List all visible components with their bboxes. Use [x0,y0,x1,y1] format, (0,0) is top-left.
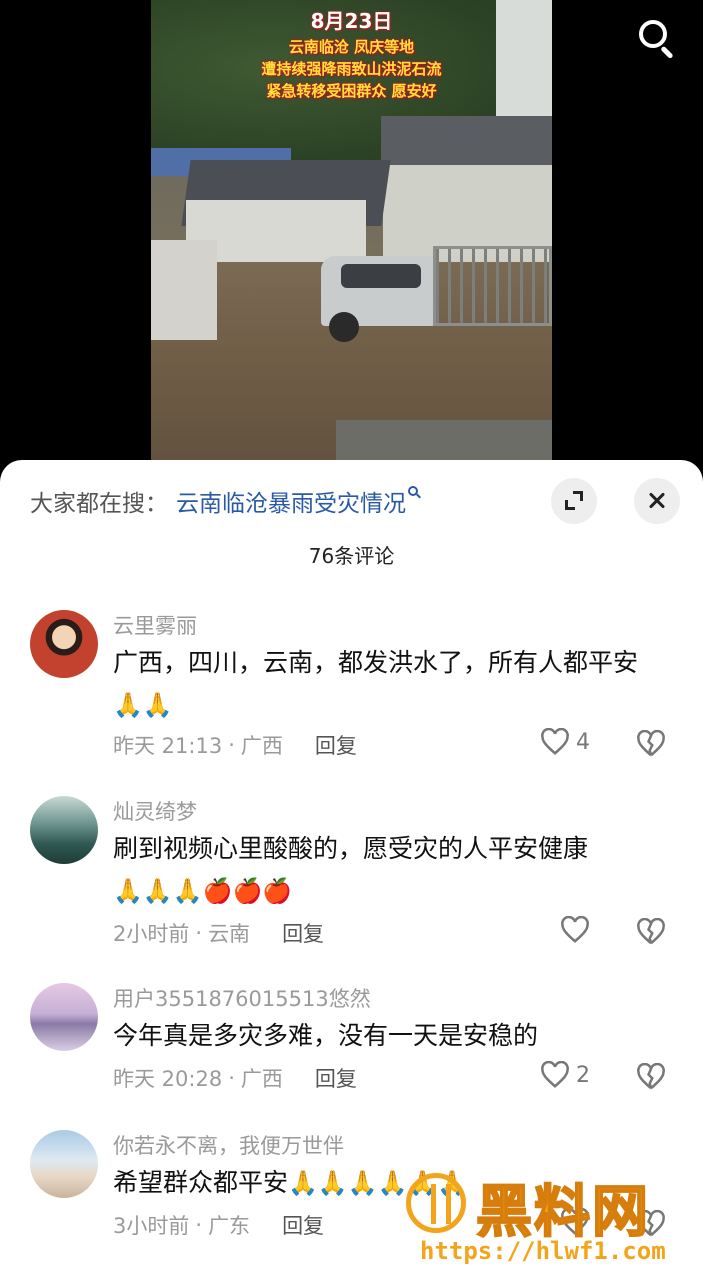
comment-text: 希望群众都平安🙏🙏🙏🙏🙏🙏 [113,1162,678,1204]
truck-image [321,246,552,342]
dislike-icon[interactable] [636,918,666,946]
dislike-icon[interactable] [636,730,666,758]
video-player[interactable]: 8月23日 云南临沧 凤庆等地 遭持续强降雨致山洪泥石流 紧急转移受困群众 愿安… [0,0,703,470]
comment-username[interactable]: 云里雾丽 [113,610,197,640]
comment-meta: 昨天 20:28 · 广西 回复 [113,1063,357,1093]
reply-button[interactable]: 回复 [282,918,324,948]
comment-username[interactable]: 用户3551876015513悠然 [113,983,371,1013]
like-button[interactable] [560,916,590,944]
emoji: 🙏🙏 [113,691,173,719]
app-root: 8月23日 云南临沧 凤庆等地 遭持续强降雨致山洪泥石流 紧急转移受困群众 愿安… [0,0,703,1280]
comments-count: 76条评论 [308,544,395,568]
emoji: 🙏🙏🙏🙏🙏🙏 [288,1169,468,1197]
comment-meta: 昨天 21:13 · 广西 回复 [113,730,357,760]
comments-sheet: 大家都在搜： 云南临沧暴雨受灾情况 76条评论 云里雾丽 广西，四川，云南，都发… [0,460,703,1280]
caption-line-2: 遭持续强降雨致山洪泥石流 [261,60,442,78]
emoji: 🙏🙏🙏🍎🍎🍎 [113,877,293,905]
heart-icon [541,1061,569,1088]
hot-search-bar[interactable]: 大家都在搜： 云南临沧暴雨受灾情况 [30,484,422,518]
expand-button[interactable] [551,478,597,524]
comment-text: 今年真是多灾多难，没有一天是安稳的 [113,1021,539,1050]
comment-username[interactable]: 灿灵绮梦 [113,796,197,826]
avatar[interactable] [30,796,98,864]
heart-icon [541,728,569,755]
comment-location: 广东 [208,1214,251,1238]
comment-location: 云南 [208,922,251,946]
caption-date: 8月23日 [310,9,393,33]
heart-icon [561,916,589,943]
hot-search-keyword[interactable]: 云南临沧暴雨受灾情况 [176,484,406,518]
comment-time: 2小时前 [113,922,190,946]
like-button[interactable] [560,1208,590,1236]
search-icon[interactable] [632,14,680,62]
close-button[interactable] [634,478,680,524]
like-button[interactable]: 2 [540,1061,590,1089]
search-small-icon [408,486,422,508]
comment-time: 昨天 21:13 [113,734,223,758]
dislike-icon[interactable] [636,1063,666,1091]
comment-username[interactable]: 你若永不离，我便万世伴 [113,1130,344,1160]
reply-button[interactable]: 回复 [315,730,357,760]
video-caption: 8月23日 云南临沧 凤庆等地 遭持续强降雨致山洪泥石流 紧急转移受困群众 愿安… [151,6,552,102]
comment-time: 3小时前 [113,1214,190,1238]
like-button[interactable]: 4 [540,728,590,756]
avatar[interactable] [30,983,98,1051]
dislike-icon[interactable] [636,1210,666,1238]
avatar[interactable] [30,610,98,678]
avatar[interactable] [30,1130,98,1198]
reply-button[interactable]: 回复 [282,1210,324,1240]
comment-location: 广西 [240,734,283,758]
like-count: 4 [576,729,590,755]
hot-search-prefix: 大家都在搜： [30,491,168,517]
caption-line-1: 云南临沧 凤庆等地 [288,38,415,56]
comment-text: 广西，四川，云南，都发洪水了，所有人都平安🙏🙏 [113,642,678,726]
heart-icon [561,1208,589,1235]
caption-line-3: 紧急转移受困群众 愿安好 [266,82,437,100]
reply-button[interactable]: 回复 [315,1063,357,1093]
comment-meta: 3小时前 · 广东 回复 [113,1210,324,1240]
comment-meta: 2小时前 · 云南 回复 [113,918,324,948]
comment-location: 广西 [240,1067,283,1091]
like-count: 2 [576,1062,590,1088]
comment-text: 刷到视频心里酸酸的，愿受灾的人平安健康 🙏🙏🙏🍎🍎🍎 [113,828,678,912]
comment-time: 昨天 20:28 [113,1067,223,1091]
